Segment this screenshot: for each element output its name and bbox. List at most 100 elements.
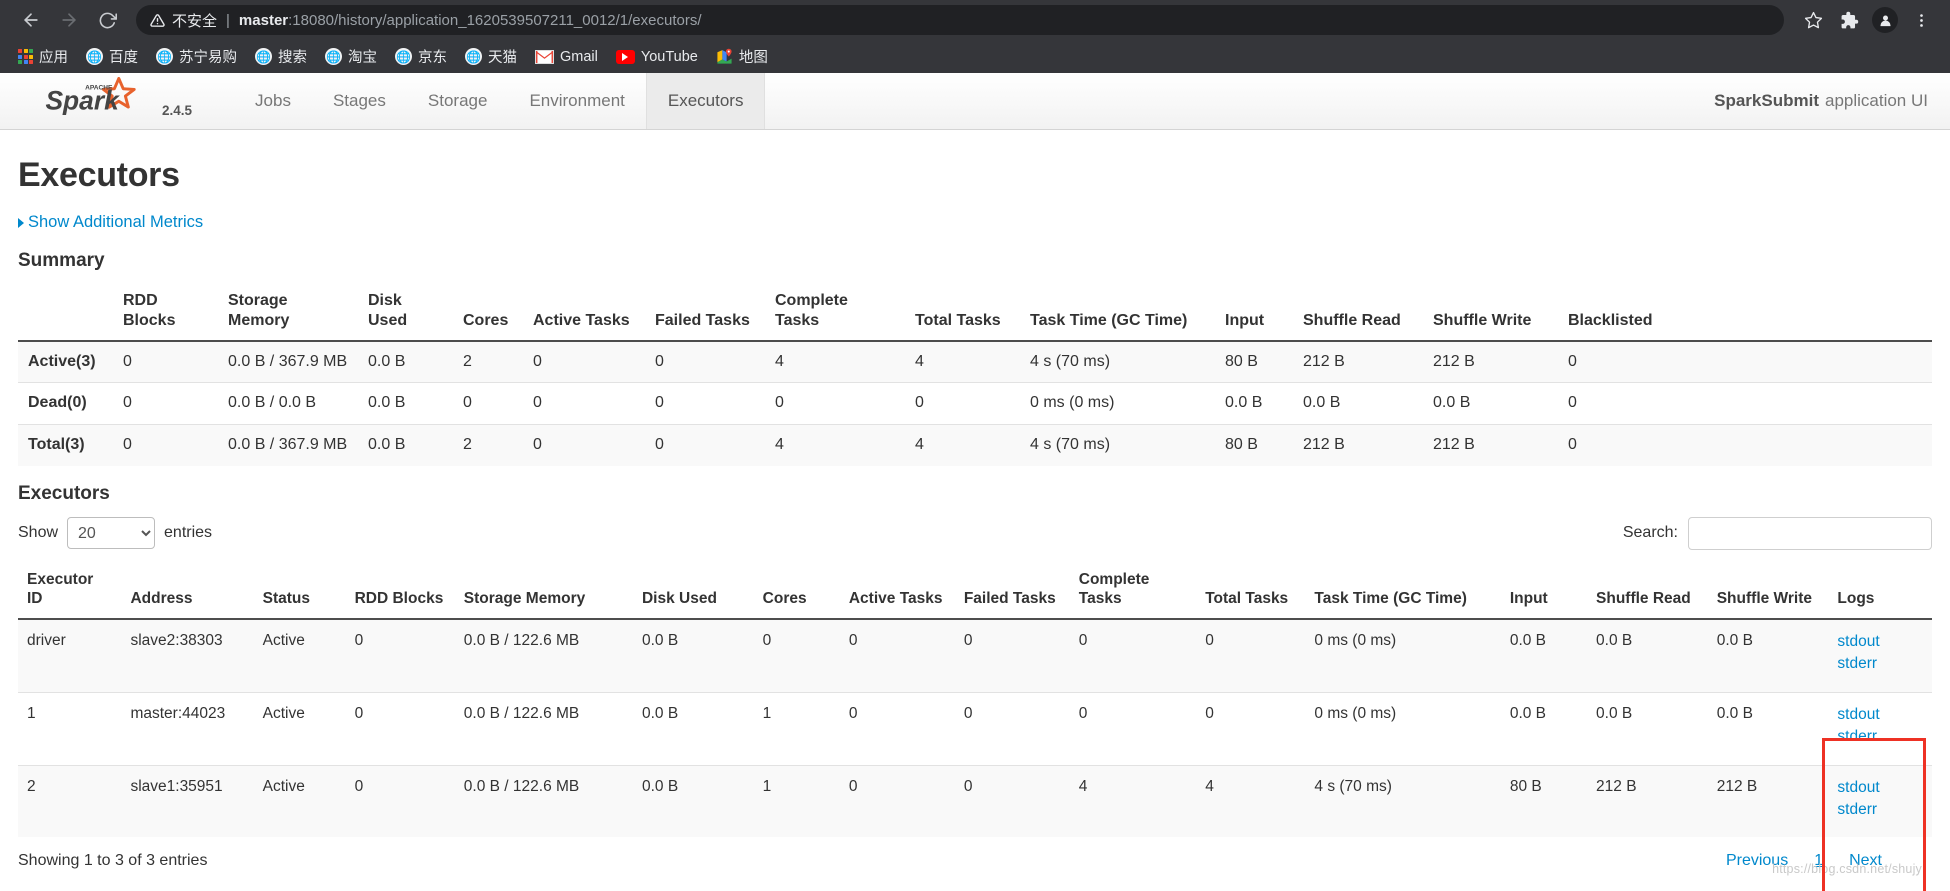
stderr-link[interactable]: stderr — [1837, 726, 1923, 748]
bookmark-label: 应用 — [39, 50, 68, 66]
summary-cell-input: 80 B — [1215, 424, 1293, 466]
forward-arrow-icon[interactable] — [52, 3, 86, 37]
page-size-select[interactable]: 20 40 60 100 — [67, 517, 156, 550]
reload-icon[interactable] — [90, 3, 124, 37]
table-row: driver slave2:38303 Active 0 0.0 B / 122… — [18, 618, 1932, 693]
stderr-link[interactable]: stderr — [1837, 799, 1923, 821]
table-row: 2 slave1:35951 Active 0 0.0 B / 122.6 MB… — [18, 764, 1932, 838]
summary-cell-input: 0.0 B — [1215, 382, 1293, 425]
summary-col-active-tasks: Active Tasks — [523, 282, 645, 342]
executors-table-head: Executor ID Address Status RDD Blocks St… — [18, 563, 1932, 620]
summary-cell-disk-used: 0.0 B — [358, 339, 453, 383]
page-content: Executors Show Additional Metrics Summar… — [0, 156, 1950, 891]
tab-environment[interactable]: Environment — [508, 73, 645, 129]
cell-failed-tasks: 0 — [954, 764, 1070, 838]
cell-executor-id: 2 — [18, 764, 122, 838]
col-status[interactable]: Status — [253, 563, 346, 620]
stdout-link[interactable]: stdout — [1837, 704, 1923, 726]
stdout-link[interactable]: stdout — [1837, 777, 1923, 799]
col-storage-memory[interactable]: Storage Memory — [454, 563, 633, 620]
executors-table-controls: Show 20 40 60 100 entries Search: — [18, 516, 1932, 550]
globe-icon: 🌐 — [255, 48, 272, 65]
summary-cell-total-tasks: 4 — [905, 339, 1020, 383]
executors-table-body: driver slave2:38303 Active 0 0.0 B / 122… — [18, 618, 1932, 838]
puzzle-piece-icon[interactable] — [1834, 5, 1864, 35]
tab-jobs[interactable]: Jobs — [234, 73, 312, 129]
bookmark-tmall[interactable]: 🌐 天猫 — [456, 43, 526, 70]
summary-header-row: RDD Blocks Storage Memory Disk Used Core… — [18, 282, 1932, 342]
col-task-time[interactable]: Task Time (GC Time) — [1305, 563, 1501, 620]
spark-version-label: 2.4.5 — [162, 103, 193, 118]
cell-executor-id: 1 — [18, 691, 122, 766]
application-ui-title: SparkSubmit application UI — [1714, 73, 1950, 129]
tab-storage[interactable]: Storage — [407, 73, 509, 129]
summary-cell-disk-used: 0.0 B — [358, 424, 453, 466]
cell-complete-tasks: 0 — [1069, 618, 1197, 693]
summary-col-storage-memory: Storage Memory — [218, 282, 358, 342]
profile-avatar-icon[interactable] — [1870, 5, 1900, 35]
globe-icon: 🌐 — [86, 48, 103, 65]
table-row: Total(3) 0 0.0 B / 367.9 MB 0.0 B 2 0 0 … — [18, 424, 1932, 466]
bookmark-search[interactable]: 🌐 搜索 — [246, 43, 316, 70]
tab-executors[interactable]: Executors — [645, 73, 766, 129]
cell-disk-used: 0.0 B — [632, 691, 754, 766]
three-dot-menu-icon[interactable] — [1906, 5, 1936, 35]
cell-logs: stdout stderr — [1828, 618, 1932, 693]
col-shuffle-write[interactable]: Shuffle Write — [1707, 563, 1829, 620]
address-bar[interactable]: 不安全 | master:18080/history/application_1… — [136, 5, 1784, 35]
col-failed-tasks[interactable]: Failed Tasks — [954, 563, 1070, 620]
apps-grid-icon — [18, 49, 33, 64]
bookmark-label: 苏宁易购 — [179, 50, 237, 66]
col-complete-tasks[interactable]: Complete Tasks — [1069, 563, 1197, 620]
spark-navbar: Spark APACHE 2.4.5 Jobs Stages Storage E… — [0, 73, 1950, 130]
cell-logs: stdout stderr — [1828, 764, 1932, 838]
col-shuffle-read[interactable]: Shuffle Read — [1587, 563, 1708, 620]
show-additional-metrics-toggle[interactable]: Show Additional Metrics — [18, 213, 203, 232]
executors-table: Executor ID Address Status RDD Blocks St… — [18, 563, 1932, 838]
page-title: Executors — [18, 156, 180, 194]
bookmark-label: Gmail — [560, 48, 598, 65]
col-cores[interactable]: Cores — [753, 563, 840, 620]
bookmark-label: 地图 — [738, 50, 768, 66]
cell-active-tasks: 0 — [839, 764, 955, 838]
summary-col-shuffle-write: Shuffle Write — [1423, 282, 1558, 342]
summary-table: RDD Blocks Storage Memory Disk Used Core… — [18, 282, 1932, 466]
bookmark-baidu[interactable]: 🌐 百度 — [77, 43, 147, 70]
col-rdd-blocks[interactable]: RDD Blocks — [345, 563, 455, 620]
bookmark-maps[interactable]: 地图 — [707, 43, 777, 70]
back-arrow-icon[interactable] — [14, 3, 48, 37]
summary-col-label — [18, 282, 113, 342]
stderr-link[interactable]: stderr — [1837, 653, 1923, 675]
bookmark-apps[interactable]: 应用 — [9, 43, 77, 70]
bookmark-jd[interactable]: 🌐 京东 — [386, 43, 456, 70]
not-secure-label: 不安全 — [172, 12, 218, 30]
bookmark-taobao[interactable]: 🌐 淘宝 — [316, 43, 386, 70]
bookmark-suning[interactable]: 🌐 苏宁易购 — [147, 43, 246, 70]
col-address[interactable]: Address — [121, 563, 254, 620]
bookmark-youtube[interactable]: YouTube — [607, 46, 707, 68]
col-logs[interactable]: Logs — [1828, 563, 1932, 620]
summary-cell-rdd-blocks: 0 — [113, 339, 218, 383]
bookmark-gmail[interactable]: Gmail — [526, 46, 607, 68]
summary-cell-cores: 0 — [453, 382, 523, 425]
summary-col-complete-tasks: Complete Tasks — [765, 282, 905, 342]
summary-row-label: Dead(0) — [18, 382, 113, 425]
col-total-tasks[interactable]: Total Tasks — [1196, 563, 1306, 620]
col-disk-used[interactable]: Disk Used — [632, 563, 754, 620]
summary-cell-complete-tasks: 0 — [765, 382, 905, 425]
cell-complete-tasks: 0 — [1069, 691, 1197, 766]
col-executor-id[interactable]: Executor ID — [18, 563, 122, 620]
summary-col-total-tasks: Total Tasks — [905, 282, 1020, 342]
summary-col-shuffle-read: Shuffle Read — [1293, 282, 1423, 342]
cell-active-tasks: 0 — [839, 691, 955, 766]
tab-stages[interactable]: Stages — [312, 73, 407, 129]
summary-cell-shuffle-read: 212 B — [1293, 339, 1423, 383]
col-active-tasks[interactable]: Active Tasks — [839, 563, 955, 620]
stdout-link[interactable]: stdout — [1837, 631, 1923, 653]
spark-logo-link[interactable]: Spark APACHE 2.4.5 — [0, 73, 192, 129]
col-input[interactable]: Input — [1500, 563, 1588, 620]
summary-cell-storage-memory: 0.0 B / 367.9 MB — [218, 424, 358, 466]
search-input[interactable] — [1688, 516, 1932, 550]
executors-section-title: Executors — [18, 482, 110, 504]
star-icon[interactable] — [1798, 5, 1828, 35]
